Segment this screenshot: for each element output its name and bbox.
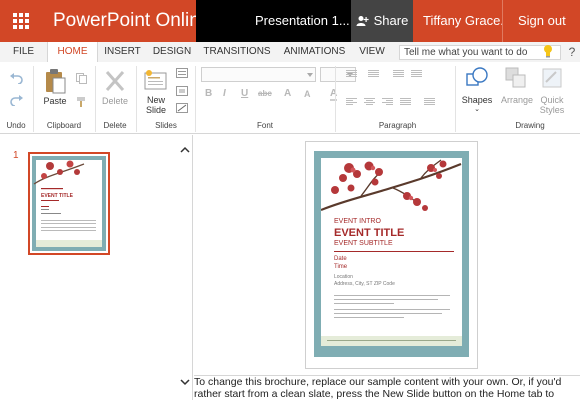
lightbulb-icon	[544, 45, 552, 58]
share-label: Share	[373, 13, 409, 28]
powerpoint-online-window: PowerPoint Online Presentation 1... Shar…	[0, 0, 580, 400]
tab-insert[interactable]: INSERT	[98, 42, 147, 62]
strikethrough-button[interactable]: abc	[258, 89, 272, 98]
align-center-icon[interactable]	[364, 98, 375, 107]
copy-icon[interactable]	[76, 73, 87, 84]
bold-button[interactable]: B	[205, 88, 212, 99]
shapes-icon[interactable]	[465, 66, 489, 90]
share-button[interactable]: Share	[351, 0, 413, 42]
slide-thumbnail-preview: EVENT TITLE	[32, 156, 106, 251]
shrink-font-button[interactable]: A	[304, 89, 311, 99]
ribbon-tabs: FILE HOME INSERT DESIGN TRANSITIONS ANIM…	[0, 42, 580, 62]
ribbon-separator	[335, 66, 336, 132]
font-name-dropdown[interactable]	[201, 67, 316, 82]
increase-indent-icon[interactable]	[411, 70, 422, 79]
quick-styles-label[interactable]: Quick Styles	[536, 95, 568, 115]
tab-transitions[interactable]: TRANSITIONS	[197, 42, 277, 62]
paragraph-group-label: Paragraph	[378, 121, 417, 130]
slide-event-subtitle[interactable]: EVENT SUBTITLE	[334, 240, 393, 247]
slide-address[interactable]: Address, City, ST ZIP Code	[334, 281, 395, 287]
justify-icon[interactable]	[400, 98, 411, 107]
align-left-icon[interactable]	[346, 98, 357, 107]
tell-me-input[interactable]: Tell me what you want to do	[399, 45, 561, 60]
new-slide-label[interactable]: New Slide	[141, 95, 171, 115]
tab-home[interactable]: HOME	[47, 42, 98, 62]
user-name[interactable]: Tiffany Grace...	[413, 0, 502, 42]
clipboard-group-label: Clipboard	[46, 121, 82, 130]
slides-group-label: Slides	[155, 121, 177, 130]
font-group-label: Font	[256, 121, 273, 130]
waffle-icon	[13, 13, 29, 29]
tab-design[interactable]: DESIGN	[147, 42, 197, 62]
scroll-up-icon[interactable]	[178, 143, 192, 157]
align-right-icon[interactable]	[382, 98, 393, 107]
hide-slide-icon[interactable]	[176, 103, 188, 113]
slide-title-rule	[334, 251, 454, 252]
new-slide-line1: New	[146, 95, 165, 105]
ribbon-separator	[195, 66, 196, 132]
title-bar: PowerPoint Online Presentation 1... Shar…	[0, 0, 580, 42]
paste-icon[interactable]	[44, 68, 66, 94]
format-painter-icon[interactable]	[76, 96, 87, 107]
help-button[interactable]: ?	[565, 42, 579, 62]
numbering-icon[interactable]	[368, 70, 379, 79]
quick-styles-line1: Quick	[540, 95, 564, 105]
slide-date-label[interactable]: Date	[334, 256, 347, 262]
cherry-blossom-branch-image[interactable]	[321, 158, 462, 218]
sign-out-link[interactable]: Sign out	[502, 0, 580, 42]
slide-body-placeholder-text[interactable]	[334, 295, 450, 318]
slide-event-title[interactable]: EVENT TITLE	[334, 227, 404, 239]
font-color-button[interactable]: A	[330, 88, 338, 101]
app-launcher-button[interactable]	[0, 0, 42, 42]
slide-time-label[interactable]: Time	[334, 264, 347, 270]
new-slide-icon[interactable]	[144, 68, 168, 92]
thumbnail-title: EVENT TITLE	[41, 193, 74, 199]
bullets-icon[interactable]	[346, 70, 357, 79]
ribbon-separator	[455, 66, 456, 132]
tab-view[interactable]: VIEW	[352, 42, 392, 62]
slide-footer-band	[321, 336, 462, 346]
delete-group-label: Delete	[103, 121, 127, 130]
redo-icon[interactable]	[10, 95, 23, 106]
undo-icon[interactable]	[10, 73, 23, 84]
ribbon-separator	[95, 66, 96, 132]
italic-button[interactable]: I	[223, 88, 226, 99]
decrease-indent-icon[interactable]	[393, 70, 404, 79]
quick-styles-icon[interactable]	[540, 66, 564, 90]
text-direction-icon[interactable]	[424, 98, 435, 107]
duplicate-slide-icon[interactable]	[176, 86, 188, 96]
delete-label[interactable]: Delete	[99, 96, 131, 106]
drawing-group-label: Drawing	[515, 121, 545, 130]
notes-toggle-icon[interactable]	[180, 377, 190, 387]
shapes-label[interactable]: Shapes	[460, 95, 494, 105]
app-name[interactable]: PowerPoint Online	[42, 0, 210, 42]
paste-label[interactable]: Paste	[40, 96, 70, 106]
ribbon-separator	[33, 66, 34, 132]
layout-icon[interactable]	[176, 68, 188, 78]
delete-icon[interactable]	[104, 69, 126, 93]
slide-event-intro[interactable]: EVENT INTRO	[334, 218, 381, 225]
slide-location[interactable]: Location	[334, 274, 353, 280]
document-title[interactable]: Presentation 1...	[196, 0, 351, 42]
thumbnails-scrollbar[interactable]	[178, 135, 192, 400]
undo-group-label: Undo	[6, 121, 26, 130]
slide-number: 1	[13, 150, 19, 161]
arrange-icon[interactable]	[504, 66, 528, 90]
ribbon-home: Undo Paste Clipboard Delete Delete New S…	[0, 62, 580, 134]
tab-animations[interactable]: ANIMATIONS	[277, 42, 352, 62]
slide-thumbnail[interactable]: EVENT TITLE	[28, 152, 110, 255]
arrange-label[interactable]: Arrange	[498, 95, 536, 105]
underline-button[interactable]: U	[241, 88, 248, 99]
shapes-chevron-icon: ⌄	[474, 106, 480, 113]
tab-file[interactable]: FILE	[0, 42, 47, 62]
speaker-notes[interactable]: To change this brochure, replace our sam…	[194, 375, 580, 400]
new-slide-line2: Slide	[145, 105, 166, 115]
add-person-icon	[356, 16, 369, 26]
grow-font-button[interactable]: A	[284, 88, 291, 99]
ribbon-separator	[136, 66, 137, 132]
quick-styles-line2: Styles	[539, 105, 565, 115]
